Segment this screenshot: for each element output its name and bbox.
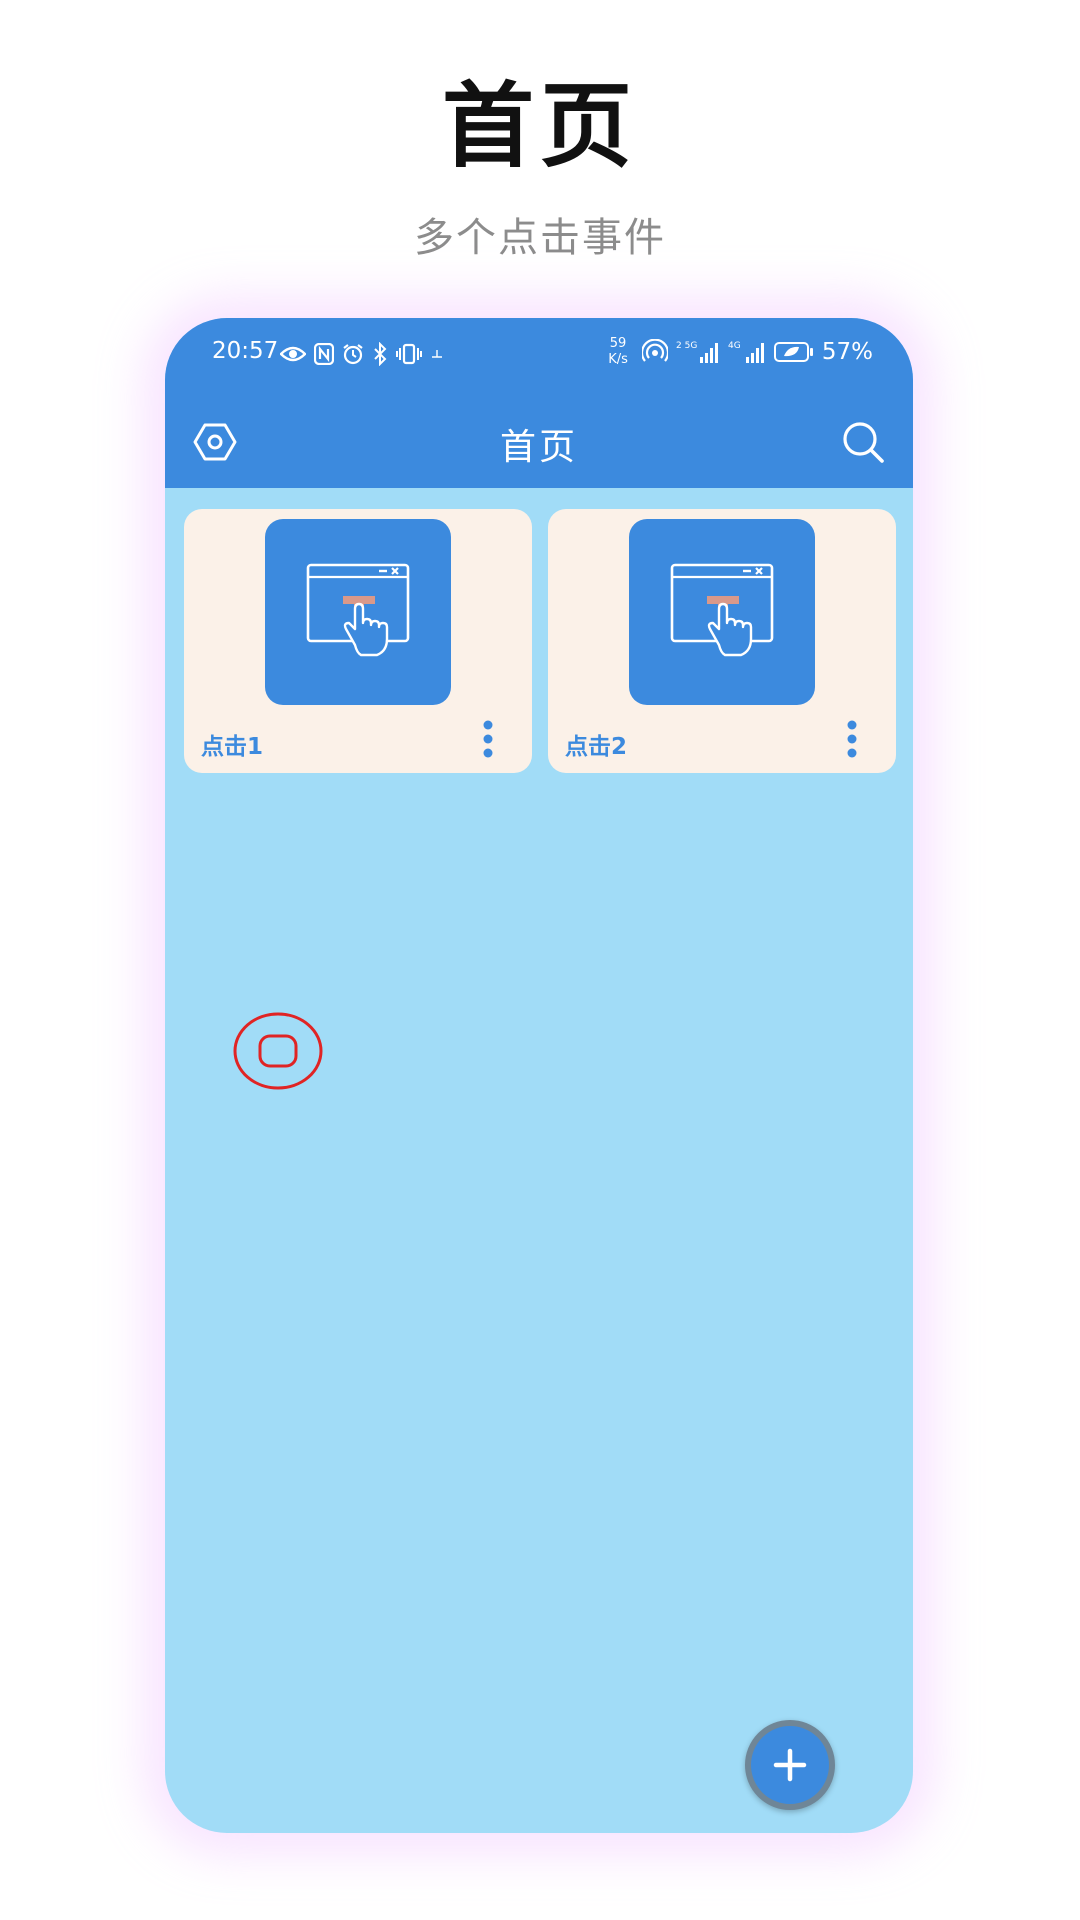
card-label: 点击1 bbox=[201, 734, 264, 760]
task-card-1[interactable]: 点击1 bbox=[184, 509, 532, 773]
add-task-button[interactable] bbox=[745, 1720, 835, 1810]
page-title: 首页 bbox=[499, 427, 578, 468]
toolbar: 首页 bbox=[165, 388, 913, 488]
svg-text:2 5G: 2 5G bbox=[676, 341, 697, 351]
signal-5g-icon: 2 5G bbox=[676, 341, 718, 363]
card-thumbnail bbox=[629, 519, 815, 705]
status-right-icons: 59 K/s 2 5G 4G 57% bbox=[608, 336, 873, 368]
status-time: 20:57 bbox=[212, 338, 279, 364]
status-bar: 20:57 59 K/s 2 5G 4G 57% bbox=[165, 318, 913, 388]
status-left-icons bbox=[280, 342, 444, 366]
card-label: 点击2 bbox=[565, 734, 628, 760]
battery-percent: 57% bbox=[821, 339, 873, 365]
task-card-2[interactable]: 点击2 bbox=[548, 509, 896, 773]
hotspot-icon bbox=[641, 339, 668, 362]
more-vertical-icon[interactable] bbox=[482, 719, 494, 759]
click-window-icon bbox=[670, 563, 774, 657]
plus-icon bbox=[773, 1748, 807, 1782]
svg-text:4G: 4G bbox=[728, 341, 741, 351]
search-icon[interactable] bbox=[841, 420, 885, 464]
alarm-icon bbox=[343, 344, 363, 365]
floating-ball-icon[interactable] bbox=[232, 1011, 324, 1091]
app-bar: 20:57 59 K/s 2 5G 4G 57% 首页 bbox=[165, 318, 913, 488]
eye-icon bbox=[280, 346, 306, 362]
network-speed: 59 K/s bbox=[608, 336, 628, 367]
click-window-icon bbox=[306, 563, 410, 657]
phone-screen: 20:57 59 K/s 2 5G 4G 57% 首页 点击1 点击2 bbox=[165, 318, 913, 1833]
card-thumbnail bbox=[265, 519, 451, 705]
more-vertical-icon[interactable] bbox=[846, 719, 858, 759]
bluetooth-icon bbox=[374, 342, 387, 366]
signal-4g-icon: 4G bbox=[728, 341, 764, 363]
promo-title: 首页 bbox=[441, 73, 638, 180]
nfc-icon bbox=[314, 343, 334, 365]
usb-debug-icon bbox=[432, 350, 442, 358]
promo-subtitle: 多个点击事件 bbox=[414, 215, 666, 261]
vibrate-icon bbox=[396, 343, 422, 365]
battery-icon bbox=[773, 342, 813, 362]
